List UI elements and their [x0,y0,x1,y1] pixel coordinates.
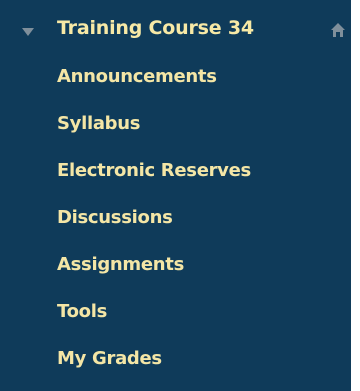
menu-item-discussions[interactable]: Discussions [0,203,351,250]
chevron-down-icon[interactable] [22,28,34,36]
menu-item-label[interactable]: My Grades [57,344,162,374]
course-header[interactable]: Training Course 34 [0,0,351,62]
menu-item-my-grades[interactable]: My Grades [0,344,351,391]
menu-item-electronic-reserves[interactable]: Electronic Reserves [0,156,351,203]
menu-item-tools[interactable]: Tools [0,297,351,344]
home-icon[interactable] [330,22,346,38]
menu-item-label[interactable]: Tools [57,297,107,327]
course-menu: Announcements Syllabus Electronic Reserv… [0,62,351,391]
menu-item-label[interactable]: Syllabus [57,109,141,139]
course-title[interactable]: Training Course 34 [57,17,254,39]
menu-item-label[interactable]: Announcements [57,62,217,92]
menu-item-announcements[interactable]: Announcements [0,62,351,109]
menu-item-label[interactable]: Discussions [57,203,173,233]
menu-item-assignments[interactable]: Assignments [0,250,351,297]
course-menu-panel: Training Course 34 Announcements Syllabu… [0,0,351,391]
menu-item-label[interactable]: Assignments [57,250,184,280]
menu-item-label[interactable]: Electronic Reserves [57,156,251,186]
menu-item-syllabus[interactable]: Syllabus [0,109,351,156]
